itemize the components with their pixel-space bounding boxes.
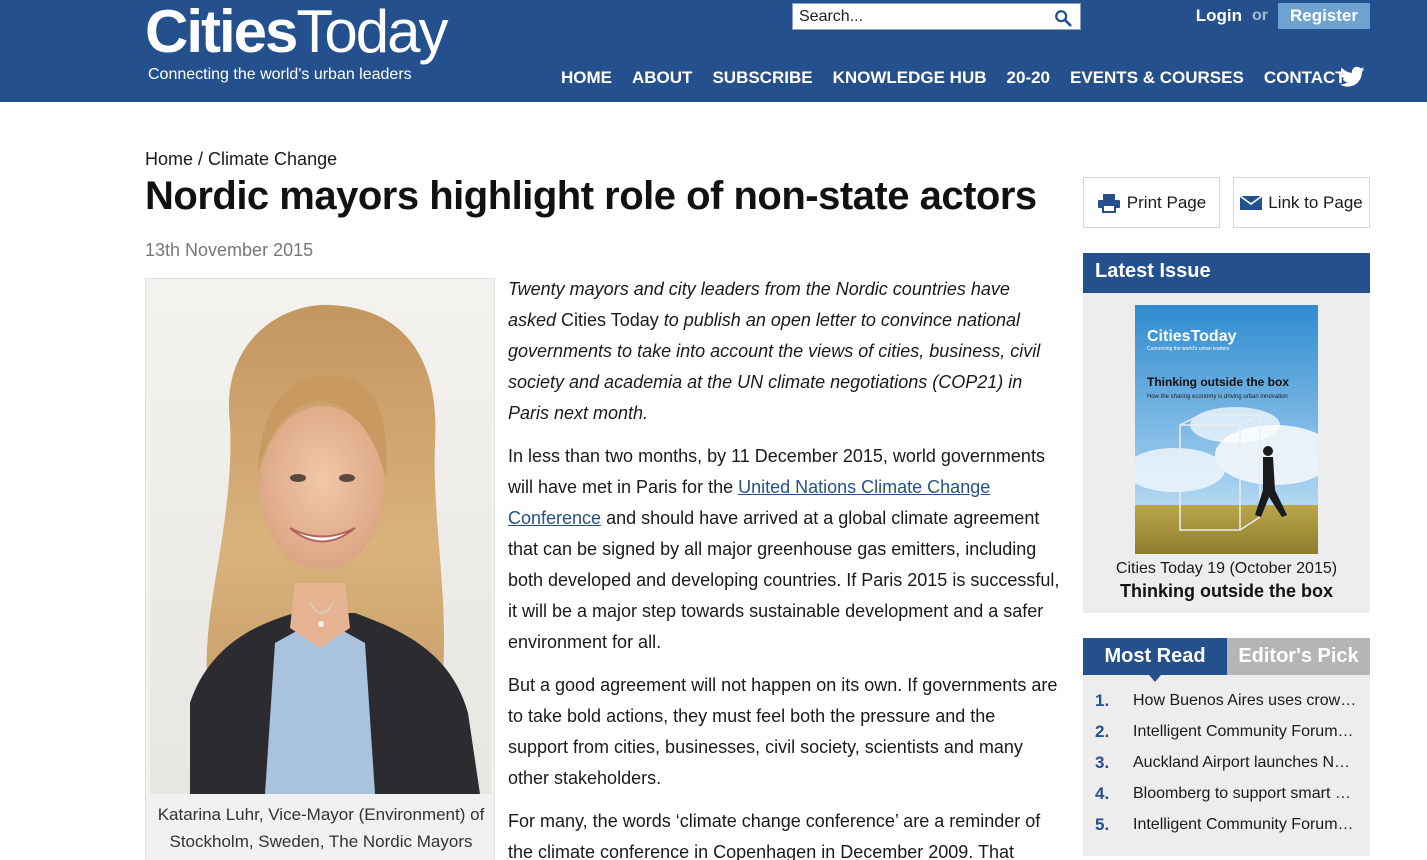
print-page-label: Print Page [1126,192,1207,212]
nav-knowledge-hub[interactable]: KNOWLEDGE HUB [833,68,987,88]
list-item-title[interactable]: How Buenos Aires uses crowdsourcing [1133,692,1357,710]
nav-20-20[interactable]: 20-20 [1007,68,1050,88]
list-item-title[interactable]: Intelligent Community Forum reveals [1133,816,1357,834]
list-item[interactable]: 2. Intelligent Community Forum names [1095,716,1358,747]
article-paragraph-4: For many, the words ‘climate change conf… [508,811,1041,860]
article-paragraph-3: But a good agreement will not happen on … [508,675,1058,788]
logo-wordmark: CitiesToday [145,0,449,65]
breadcrumb: Home / Climate Change [145,149,337,170]
search-box [792,3,1081,30]
list-item-title[interactable]: Bloomberg to support smart cities [1133,785,1357,803]
list-item-title[interactable]: Auckland Airport launches NZ first [1133,754,1357,772]
cover-image: CitiesToday Connecting the world's urban… [1135,305,1318,554]
latest-issue-heading: Latest Issue [1083,253,1370,293]
breadcrumb-separator: / [193,149,209,169]
main-nav: HOME ABOUT SUBSCRIBE KNOWLEDGE HUB 20-20… [561,66,1366,90]
auth-links: Login or Register [1196,3,1370,29]
tab-most-read[interactable]: Most Read [1083,638,1227,682]
nav-about[interactable]: ABOUT [632,68,692,88]
tab-editors-pick[interactable]: Editor's Pick [1227,638,1370,675]
issue-name[interactable]: Cities Today 19 (October 2015) [1083,560,1370,578]
magazine-cover[interactable]: CitiesToday Connecting the world's urban… [1135,305,1318,554]
login-link[interactable]: Login [1196,6,1242,26]
nav-home[interactable]: HOME [561,68,612,88]
breadcrumb-home[interactable]: Home [145,149,193,169]
photo-caption: Katarina Luhr, Vice-Mayor (Environment) … [157,805,485,851]
printer-icon [1097,193,1120,213]
article-figure: Katarina Luhr, Vice-Mayor (Environment) … [145,278,495,860]
logo-today: Today [296,0,448,65]
register-button[interactable]: Register [1277,3,1370,29]
search-icon[interactable] [1054,9,1072,27]
site-header: CitiesToday Connecting the world's urban… [0,0,1427,102]
list-item-number: 3. [1095,752,1110,772]
list-item-number: 2. [1095,721,1110,741]
most-read-list: 1. How Buenos Aires uses crowdsourcing 2.… [1083,675,1370,840]
read-tabs: Most Read Editor's Pick [1083,638,1370,682]
article-paragraph-2: In less than two months, by 11 December … [508,441,1060,658]
list-item[interactable]: 5. Intelligent Community Forum reveals [1095,809,1358,840]
lead-publication: Cities Today [561,310,659,330]
list-item-number: 1. [1095,690,1110,710]
logo-cities: Cities [145,0,298,65]
or-text: or [1251,7,1268,24]
article-photo [150,283,491,794]
list-item-number: 5. [1095,814,1110,834]
nav-contact[interactable]: CONTACT [1264,68,1346,88]
print-page-button[interactable]: Print Page [1083,177,1220,228]
list-item-title[interactable]: Intelligent Community Forum names [1133,723,1357,741]
link-to-page-label: Link to Page [1268,192,1363,212]
logo-tagline: Connecting the world's urban leaders [148,66,412,83]
article-date: 13th November 2015 [145,240,314,260]
list-item[interactable]: 3. Auckland Airport launches NZ first [1095,747,1358,778]
list-item[interactable]: 4. Bloomberg to support smart cities [1095,778,1358,809]
breadcrumb-section[interactable]: Climate Change [208,149,337,169]
search-input[interactable] [799,7,1049,27]
most-read-panel: Most Read Editor's Pick 1. How Buenos Air… [1083,638,1370,856]
nav-events-courses[interactable]: EVENTS & COURSES [1070,68,1244,88]
cover-subhead: How the sharing economy is driving urban… [1147,394,1288,400]
site-logo[interactable]: CitiesToday Connecting the world's urban… [145,0,449,84]
cover-tagline: Connecting the world's urban leaders [1147,346,1230,352]
link-to-page-button[interactable]: Link to Page [1233,177,1370,228]
nav-subscribe[interactable]: SUBSCRIBE [712,68,812,88]
cover-headline: Thinking outside the box [1147,375,1289,389]
issue-title[interactable]: Thinking outside the box [1083,581,1370,602]
article-lead: Twenty mayors and city leaders from the … [508,274,1060,429]
portrait-image [150,283,491,794]
article-title: Nordic mayors highlight role of non-stat… [145,174,1037,218]
list-item[interactable]: 1. How Buenos Aires uses crowdsourcing [1095,685,1358,716]
twitter-icon[interactable] [1340,66,1365,88]
list-item-number: 4. [1095,783,1110,803]
paragraph-2-text-b: and should have arrived at a global clim… [508,508,1060,652]
latest-issue-panel: Latest Issue CitiesToday Connecting the … [1083,253,1370,613]
cover-logo: CitiesToday [1147,328,1237,345]
envelope-icon [1240,194,1263,210]
article-body: Twenty mayors and city leaders from the … [508,274,1060,860]
